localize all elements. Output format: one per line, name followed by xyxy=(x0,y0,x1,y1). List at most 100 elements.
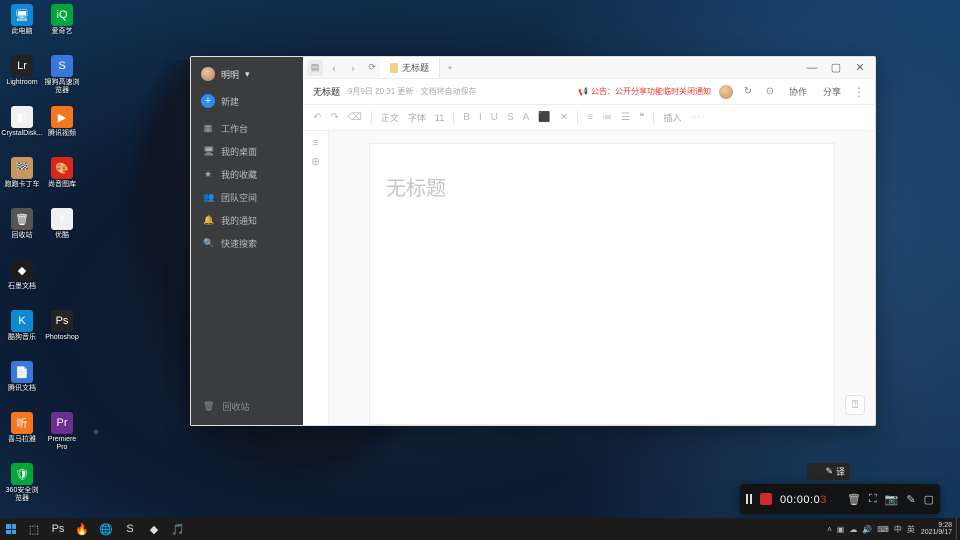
taskbar-app[interactable]: ⬚ xyxy=(22,518,46,540)
toolbar-more-button[interactable]: ⋯ xyxy=(690,112,700,123)
nav-label: 团队空间 xyxy=(221,191,257,204)
sidebar-item[interactable]: 👥团队空间 xyxy=(191,186,303,209)
desktop-icon[interactable]: 🗑回收站 xyxy=(4,208,40,258)
strike-button[interactable]: S xyxy=(507,112,514,123)
sidebar-user[interactable]: 明明 ▾ xyxy=(191,63,303,89)
screen-recorder-bar[interactable]: 00:00:03 🗑 ⛶ 📷 ✎ ▢ xyxy=(740,484,940,514)
ordered-list-button[interactable]: ≔ xyxy=(602,112,612,123)
sidebar-item[interactable]: 🖥我的桌面 xyxy=(191,140,303,163)
undo-button[interactable]: ↶ xyxy=(313,112,321,123)
more-menu-button[interactable]: ⋮ xyxy=(853,85,865,99)
sidebar-item[interactable]: 🔍快速搜索 xyxy=(191,232,303,255)
doc-title[interactable]: 无标题 xyxy=(313,85,340,98)
tray-icon[interactable]: ⌨ xyxy=(877,525,889,534)
help-fab-button[interactable]: ⍰ xyxy=(845,395,865,415)
system-tray: ˄ ▣ ☁ 🔊 ⌨ 中英 xyxy=(827,524,917,535)
desktop-icon[interactable]: 🛡360安全浏览器 xyxy=(4,463,40,513)
app-icon: ◆ xyxy=(11,259,33,281)
nav-forward-button[interactable]: › xyxy=(345,60,361,76)
show-desktop-button[interactable] xyxy=(956,518,960,540)
bullet-list-button[interactable]: ☰ xyxy=(621,112,630,123)
tray-icon[interactable]: 🔊 xyxy=(862,525,872,534)
align-button[interactable]: ≡ xyxy=(587,112,593,123)
font-size-select[interactable]: 11 xyxy=(435,113,444,123)
collab-button[interactable]: 协作 xyxy=(785,83,811,100)
recorder-fullscreen-icon[interactable]: ⛶ xyxy=(869,493,877,506)
nav-back-button[interactable]: ‹ xyxy=(326,60,342,76)
desktop-icon[interactable]: iQ爱奇艺 xyxy=(44,4,80,54)
desktop-icon[interactable]: 🎨尚音图库 xyxy=(44,157,80,207)
recorder-settings-icon[interactable]: ▢ xyxy=(924,493,934,506)
new-tab-button[interactable]: + xyxy=(440,63,460,73)
desktop-icon[interactable]: PrPremiere Pro xyxy=(44,412,80,462)
sidebar-toggle-button[interactable]: ▤ xyxy=(307,60,323,76)
desktop-icon[interactable]: 📄腾讯文档 xyxy=(4,361,40,411)
sidebar-trash[interactable]: 🗑 回收站 xyxy=(191,394,303,419)
clock-date: 2021/9/17 xyxy=(921,529,952,536)
tray-icon[interactable]: ˄ xyxy=(827,525,832,534)
tray-icon[interactable]: 中 xyxy=(894,524,902,535)
bold-button[interactable]: B xyxy=(463,112,470,123)
clear-format-button[interactable]: ✕ xyxy=(560,112,568,123)
comments-toggle-button[interactable]: ⊕ xyxy=(311,155,320,168)
sidebar-item[interactable]: ▦工作台 xyxy=(191,117,303,140)
sidebar-item[interactable]: 🔔我的通知 xyxy=(191,209,303,232)
taskbar-app[interactable]: Ps xyxy=(46,518,70,540)
sidebar-item[interactable]: ★我的收藏 xyxy=(191,163,303,186)
refresh-button[interactable]: ⟳ xyxy=(364,60,380,76)
paragraph-style-select[interactable]: 正文 xyxy=(381,111,399,124)
taskbar-app[interactable]: ◆ xyxy=(142,518,166,540)
underline-button[interactable]: U xyxy=(491,112,498,123)
recorder-delete-icon[interactable]: 🗑 xyxy=(847,493,861,506)
close-button[interactable]: ✕ xyxy=(849,59,871,77)
pause-button[interactable] xyxy=(746,494,752,504)
highlight-button[interactable]: ⬛ xyxy=(538,112,550,123)
document-canvas[interactable]: 无标题 xyxy=(369,143,835,425)
font-family-select[interactable]: 字体 xyxy=(408,111,426,124)
recorder-pen-icon[interactable]: ✎ xyxy=(906,493,915,506)
announcement-banner[interactable]: 📢 公告：公开分享功能临时关闭通知 xyxy=(578,86,711,97)
desktop-icon[interactable]: ◆石墨文档 xyxy=(4,259,40,309)
share-button[interactable]: 分享 xyxy=(819,83,845,100)
taskbar-clock[interactable]: 9:28 2021/9/17 xyxy=(917,522,956,536)
desktop-icon[interactable]: LrLightroom xyxy=(4,55,40,105)
app-icon: ◧ xyxy=(11,106,33,128)
maximize-button[interactable]: ▢ xyxy=(825,59,847,77)
text-color-button[interactable]: A xyxy=(523,112,530,123)
format-painter-button[interactable]: ⌫ xyxy=(348,112,362,123)
outline-toggle-button[interactable]: ≡ xyxy=(312,137,318,149)
insert-menu[interactable]: 插入 xyxy=(663,111,681,124)
start-button[interactable] xyxy=(0,518,22,540)
desktop-icon[interactable]: ◧CrystalDisk... xyxy=(4,106,40,156)
recorder-camera-icon[interactable]: 📷 xyxy=(885,493,899,506)
taskbar-app[interactable]: 🔥 xyxy=(70,518,94,540)
desktop-icon[interactable]: K酷狗音乐 xyxy=(4,310,40,360)
desktop-icon[interactable]: ▶腾讯视频 xyxy=(44,106,80,156)
history-icon[interactable]: ↻ xyxy=(741,86,755,97)
announcement-text: 公告：公开分享功能临时关闭通知 xyxy=(591,86,711,97)
clock-icon[interactable]: ⊙ xyxy=(763,86,777,97)
quote-button[interactable]: ❝ xyxy=(639,112,644,123)
desktop-icon[interactable]: Y优酷 xyxy=(44,208,80,258)
taskbar-app[interactable]: 🌐 xyxy=(94,518,118,540)
stop-record-button[interactable] xyxy=(760,493,772,505)
desktop-icon[interactable]: 听喜马拉雅 xyxy=(4,412,40,462)
desktop-icon[interactable]: 🏁跑跑卡丁车 xyxy=(4,157,40,207)
new-label: 新建 xyxy=(221,95,239,108)
desktop-icon[interactable]: 🖥此电脑 xyxy=(4,4,40,54)
sidebar-new[interactable]: + 新建 xyxy=(191,89,303,113)
italic-button[interactable]: I xyxy=(479,112,482,123)
tray-icon[interactable]: ☁ xyxy=(849,525,857,534)
plus-icon: + xyxy=(201,94,215,108)
minimize-button[interactable]: — xyxy=(801,59,823,77)
tray-icon[interactable]: 英 xyxy=(907,524,915,535)
tab-untitled[interactable]: 无标题 xyxy=(380,57,440,78)
desktop-icon[interactable]: PsPhotoshop xyxy=(44,310,80,360)
taskbar-app[interactable]: S xyxy=(118,518,142,540)
taskbar-app[interactable]: 🎵 xyxy=(166,518,190,540)
collaborator-avatar[interactable] xyxy=(719,85,733,99)
redo-button[interactable]: ↷ xyxy=(330,112,338,123)
translator-popup[interactable]: ✎ 译 xyxy=(807,463,850,480)
tray-icon[interactable]: ▣ xyxy=(837,525,845,534)
desktop-icon[interactable]: S搜狗高速浏览器 xyxy=(44,55,80,105)
